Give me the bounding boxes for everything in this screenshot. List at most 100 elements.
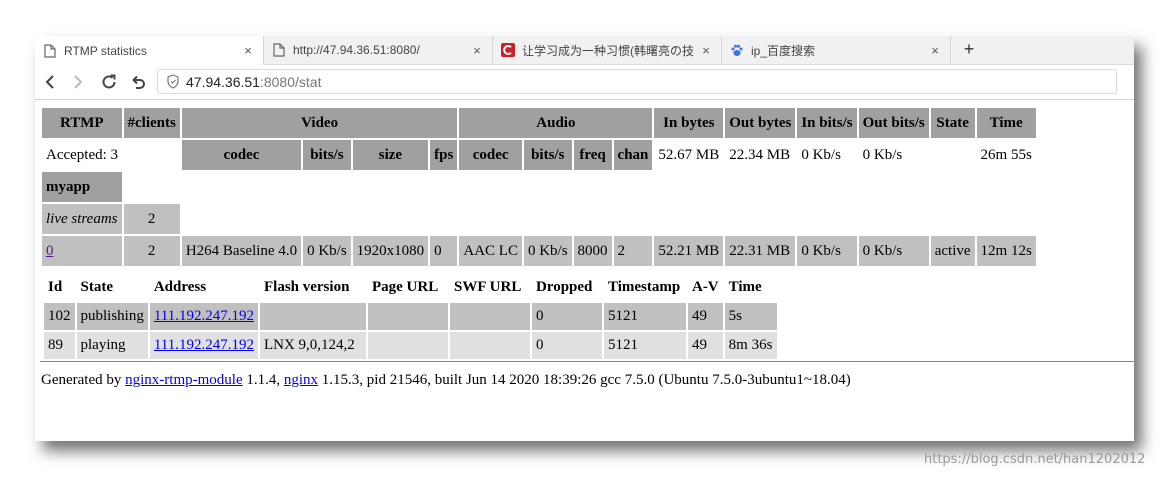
rtmp-header: RTMP xyxy=(42,108,122,138)
tab-csdn-blog[interactable]: 让学习成为一种习惯(韩曙亮の技 × xyxy=(493,36,722,64)
stream-state: active xyxy=(930,236,975,266)
application-row: myapp xyxy=(42,172,1036,202)
shield-icon xyxy=(166,74,180,89)
page-content: RTMP #clients Video Audio In bytes Out b… xyxy=(35,100,1134,441)
undo-icon[interactable] xyxy=(128,72,148,92)
close-icon[interactable]: × xyxy=(699,43,713,58)
client-dropped-header: Dropped xyxy=(531,274,602,301)
tab-server-root[interactable]: http://47.94.36.51:8080/ × xyxy=(264,36,493,64)
video-codec-header: codec xyxy=(181,140,302,170)
application-name: myapp xyxy=(42,172,122,202)
client-av: 49 xyxy=(687,332,723,359)
client-swf-url xyxy=(449,332,530,359)
summary-row: Accepted: 3 codec bits/s size fps codec … xyxy=(42,140,1036,170)
client-flash: LNX 9,0,124,2 xyxy=(259,332,366,359)
reload-icon[interactable] xyxy=(99,72,119,92)
client-id: 102 xyxy=(44,303,75,330)
total-out-bytes: 22.34 MB xyxy=(725,140,796,170)
client-address-link[interactable]: 111.192.247.192 xyxy=(154,337,254,353)
in-bits-header: In bits/s xyxy=(797,108,857,138)
client-address-cell: 111.192.247.192 xyxy=(149,303,258,330)
client-page-url xyxy=(367,303,448,330)
stream-link[interactable]: 0 xyxy=(46,243,54,259)
client-flash xyxy=(259,303,366,330)
live-streams-row: live streams 2 xyxy=(42,204,1036,234)
total-in-bits: 0 Kb/s xyxy=(797,140,857,170)
stream-in-bytes: 52.21 MB xyxy=(654,236,724,266)
client-swf-url-header: SWF URL xyxy=(449,274,530,301)
stream-audio-bits: 0 Kb/s xyxy=(523,236,572,266)
page-icon xyxy=(43,43,57,58)
nginx-rtmp-module-link[interactable]: nginx-rtmp-module xyxy=(125,372,242,388)
page-icon xyxy=(272,43,286,57)
accepted-count: Accepted: 3 xyxy=(42,140,180,170)
client-timestamp: 5121 xyxy=(603,332,686,359)
clients-row: Id State Address Flash version Page URL … xyxy=(42,268,1036,361)
in-bytes-header: In bytes xyxy=(654,108,724,138)
url-host: 47.94.36.51 xyxy=(186,73,260,90)
tab-title: RTMP statistics xyxy=(64,43,147,58)
client-page-url xyxy=(367,332,448,359)
state-header: State xyxy=(930,108,975,138)
client-swf-url xyxy=(449,303,530,330)
client-page-url-header: Page URL xyxy=(367,274,448,301)
stream-out-bytes: 22.31 MB xyxy=(725,236,796,266)
live-streams-label: live streams xyxy=(42,204,122,234)
forward-arrow-icon[interactable] xyxy=(68,72,88,92)
client-state: publishing xyxy=(76,303,148,330)
nginx-link[interactable]: nginx xyxy=(284,372,318,388)
module-version: 1.1.4, xyxy=(242,372,284,388)
new-tab-button[interactable]: + xyxy=(959,39,979,59)
header-row: RTMP #clients Video Audio In bytes Out b… xyxy=(42,108,1036,138)
stream-audio-chan: 2 xyxy=(613,236,653,266)
out-bytes-header: Out bytes xyxy=(725,108,796,138)
back-arrow-icon[interactable] xyxy=(40,72,60,92)
client-address-header: Address xyxy=(149,274,258,301)
client-flash-header: Flash version xyxy=(259,274,366,301)
watermark: https://blog.csdn.net/han1202012 xyxy=(924,452,1146,467)
clients-header-row: Id State Address Flash version Page URL … xyxy=(44,274,777,301)
video-header: Video xyxy=(181,108,458,138)
tab-rtmp-statistics[interactable]: RTMP statistics × xyxy=(35,36,264,65)
tab-baidu-search[interactable]: ip_百度搜索 × xyxy=(722,36,951,64)
video-size-header: size xyxy=(352,140,429,170)
browser-window: RTMP statistics × http://47.94.36.51:808… xyxy=(35,36,1134,441)
csdn-logo-icon xyxy=(501,43,515,57)
client-state-header: State xyxy=(76,274,148,301)
tab-strip: RTMP statistics × http://47.94.36.51:808… xyxy=(35,36,1134,65)
stream-video-codec: H264 Baseline 4.0 xyxy=(181,236,302,266)
client-state: playing xyxy=(76,332,148,359)
client-id-header: Id xyxy=(44,274,75,301)
stream-time: 12m 12s xyxy=(976,236,1036,266)
audio-freq-header: freq xyxy=(573,140,612,170)
stream-audio-codec: AAC LC xyxy=(459,236,522,266)
client-time: 8m 36s xyxy=(724,332,777,359)
audio-header: Audio xyxy=(459,108,653,138)
uptime: 26m 55s xyxy=(976,140,1036,170)
total-state xyxy=(930,140,975,170)
address-bar[interactable]: 47.94.36.51:8080/stat xyxy=(157,69,1117,94)
total-out-bits: 0 Kb/s xyxy=(858,140,929,170)
client-timestamp: 5121 xyxy=(603,303,686,330)
client-time-header: Time xyxy=(724,274,777,301)
out-bits-header: Out bits/s xyxy=(858,108,929,138)
close-icon[interactable]: × xyxy=(241,43,255,58)
client-id: 89 xyxy=(44,332,75,359)
audio-bits-header: bits/s xyxy=(523,140,572,170)
client-address-link[interactable]: 111.192.247.192 xyxy=(154,308,254,324)
client-timestamp-header: Timestamp xyxy=(603,274,686,301)
stream-video-fps: 0 xyxy=(430,236,458,266)
close-icon[interactable]: × xyxy=(470,43,484,58)
stream-out-bits: 0 Kb/s xyxy=(858,236,929,266)
baidu-paw-icon xyxy=(730,43,744,57)
client-address-cell: 111.192.247.192 xyxy=(149,332,258,359)
stream-row: 0 2 H264 Baseline 4.0 0 Kb/s 1920x1080 0… xyxy=(42,236,1036,266)
stream-name-cell: 0 xyxy=(42,236,122,266)
stream-audio-freq: 8000 xyxy=(573,236,612,266)
footer: Generated by nginx-rtmp-module 1.1.4, ng… xyxy=(41,372,851,389)
client-dropped: 0 xyxy=(531,303,602,330)
table-row: 102 publishing 111.192.247.192 0 5121 49… xyxy=(44,303,777,330)
audio-codec-header: codec xyxy=(459,140,522,170)
table-row: 89 playing 111.192.247.192 LNX 9,0,124,2… xyxy=(44,332,777,359)
close-icon[interactable]: × xyxy=(928,43,942,58)
